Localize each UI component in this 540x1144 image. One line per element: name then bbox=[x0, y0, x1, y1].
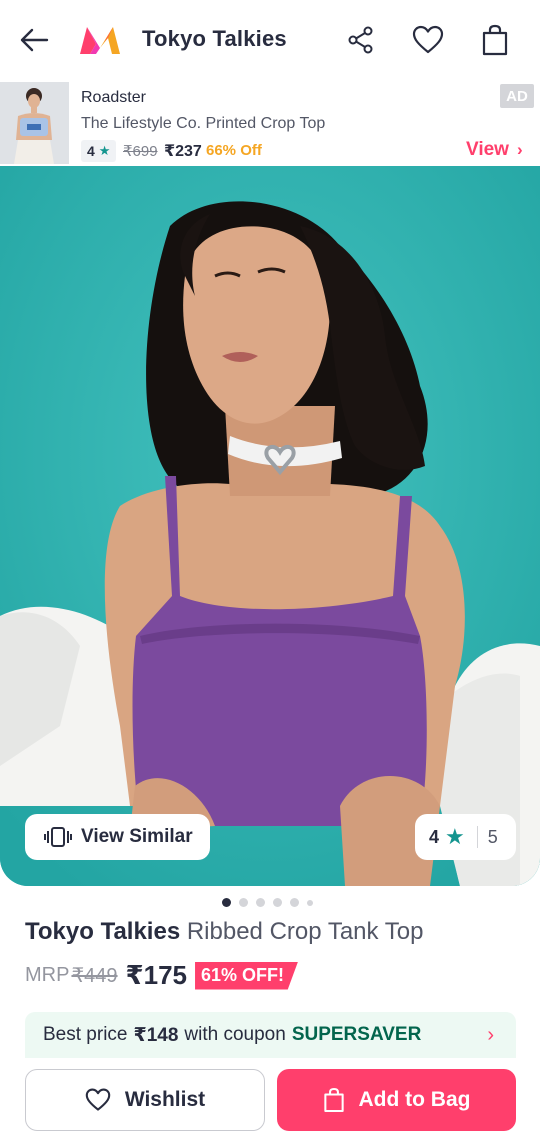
ad-tag: AD bbox=[500, 84, 534, 108]
coupon-banner[interactable]: Best price ₹148 with coupon SUPERSAVER › bbox=[25, 1012, 516, 1058]
star-icon: ★ bbox=[98, 143, 111, 158]
carousel-dot[interactable] bbox=[222, 898, 231, 907]
bottom-action-bar: Wishlist Add to Bag bbox=[0, 1058, 540, 1144]
carousel-dot[interactable] bbox=[256, 898, 265, 907]
wishlist-label: Wishlist bbox=[124, 1088, 206, 1111]
product-brand: Tokyo Talkies bbox=[25, 918, 181, 945]
ad-product-name: The Lifestyle Co. Printed Crop Top bbox=[81, 115, 326, 132]
product-photo bbox=[0, 166, 540, 886]
price-row: MRP ₹449 ₹175 61% OFF! bbox=[25, 960, 299, 991]
chevron-right-icon: › bbox=[487, 1023, 494, 1046]
carousel-dot[interactable] bbox=[307, 899, 313, 906]
selling-price: ₹175 bbox=[125, 960, 188, 990]
mrp-label: MRP bbox=[25, 964, 70, 986]
ad-rating-value: 4 bbox=[87, 143, 95, 159]
add-to-bag-label: Add to Bag bbox=[358, 1088, 471, 1111]
mrp-value: ₹449 bbox=[71, 965, 118, 987]
myntra-logo[interactable] bbox=[78, 24, 122, 56]
ad-view-label: View bbox=[466, 139, 509, 160]
coupon-code: SUPERSAVER bbox=[291, 1024, 422, 1045]
rating-summary[interactable]: 4 ★ 5 bbox=[415, 814, 516, 860]
carousel-dot[interactable] bbox=[239, 898, 248, 907]
sponsored-product-strip[interactable]: Roadster The Lifestyle Co. Printed Crop … bbox=[0, 80, 540, 166]
chevron-right-icon: › bbox=[516, 140, 523, 159]
bag-icon bbox=[323, 1087, 345, 1113]
view-similar-label: View Similar bbox=[81, 826, 193, 847]
discount-badge: 61% OFF! bbox=[195, 961, 299, 990]
coupon-prefix: Best price bbox=[43, 1024, 128, 1045]
carousel-dot[interactable] bbox=[290, 898, 299, 907]
carousel-indicator bbox=[222, 898, 313, 907]
wishlist-button[interactable]: Wishlist bbox=[25, 1069, 265, 1131]
page-title: Tokyo Talkies bbox=[142, 26, 287, 51]
share-icon[interactable] bbox=[343, 22, 379, 58]
rating-value: 4 bbox=[429, 826, 440, 847]
rating-count: 5 bbox=[487, 826, 498, 847]
ad-product-thumbnail[interactable] bbox=[0, 82, 69, 164]
view-similar-icon bbox=[43, 826, 73, 848]
ad-price: ₹237 bbox=[164, 143, 202, 160]
coupon-middle-text: with coupon bbox=[184, 1024, 286, 1045]
ad-brand-name: Roadster bbox=[81, 89, 146, 106]
coupon-best-price: ₹148 bbox=[133, 1024, 179, 1046]
app-header: Tokyo Talkies bbox=[0, 0, 540, 80]
add-to-bag-button[interactable]: Add to Bag bbox=[277, 1069, 516, 1131]
bag-icon[interactable] bbox=[477, 22, 513, 58]
product-image-carousel[interactable]: View Similar 4 ★ 5 bbox=[0, 166, 540, 886]
heart-icon bbox=[85, 1088, 111, 1112]
view-similar-button[interactable]: View Similar bbox=[25, 814, 210, 860]
ad-rating-badge: 4 ★ bbox=[81, 140, 117, 162]
ad-mrp: ₹699 bbox=[123, 143, 158, 160]
wishlist-heart-icon[interactable] bbox=[410, 22, 446, 58]
back-arrow-icon[interactable] bbox=[16, 22, 52, 58]
product-title: Tokyo Talkies Ribbed Crop Tank Top bbox=[25, 918, 423, 946]
star-icon: ★ bbox=[445, 824, 465, 849]
product-name: Ribbed Crop Tank Top bbox=[186, 918, 424, 945]
ad-view-link[interactable]: View › bbox=[466, 139, 523, 161]
carousel-dot[interactable] bbox=[273, 898, 282, 907]
ad-discount: 66% Off bbox=[206, 142, 262, 159]
divider bbox=[476, 826, 478, 848]
